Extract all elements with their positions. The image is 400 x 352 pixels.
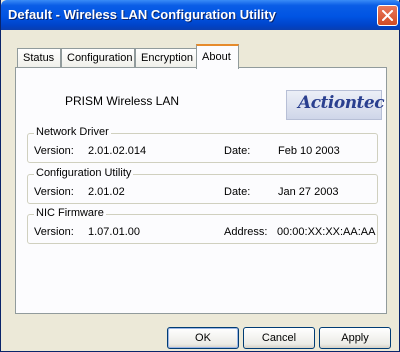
configuration-utility-date-value: Jan 27 2003 [278,186,339,198]
network-driver-version-value: 2.01.02.014 [88,145,147,157]
configuration-utility-version-label: Version: [34,186,74,198]
network-driver-version-label: Version: [34,145,74,157]
configuration-utility-date-label: Date: [224,186,251,198]
apply-button[interactable]: Apply [319,327,391,349]
window-title: Default - Wireless LAN Configuration Uti… [8,7,276,22]
ok-button[interactable]: OK [167,327,239,349]
nic-firmware-address-value: 00:00:XX:XX:AA:AA [277,226,376,238]
tab-status[interactable]: Status [17,48,61,67]
cancel-button[interactable]: Cancel [243,327,315,349]
actiontec-logo: Actiontec [286,90,385,120]
nic-firmware-group: NIC Firmware Version: 1.07.01.00 Address… [27,207,378,244]
nic-firmware-legend: NIC Firmware [34,207,106,219]
title-bar[interactable]: Default - Wireless LAN Configuration Uti… [1,0,400,30]
configuration-utility-legend: Configuration Utility [34,167,134,179]
tab-configuration[interactable]: Configuration [61,48,135,67]
configuration-utility-version-value: 2.01.02 [88,186,125,198]
network-driver-date-label: Date: [224,145,251,157]
about-panel: PRISM Wireless LAN Actiontec Network Dri… [15,67,387,314]
product-name: PRISM Wireless LAN [65,94,180,108]
tab-encryption[interactable]: Encryption [135,48,197,67]
nic-firmware-address-label: Address: [224,226,268,238]
logo-text: Actiontec [298,93,385,113]
tab-about[interactable]: About [196,44,239,69]
network-driver-group: Network Driver Version: 2.01.02.014 Date… [27,126,378,163]
nic-firmware-version-label: Version: [34,226,74,238]
network-driver-date-value: Feb 10 2003 [278,145,340,157]
close-button[interactable] [377,5,398,26]
close-icon [382,10,393,21]
configuration-utility-group: Configuration Utility Version: 2.01.02 D… [27,167,378,204]
dialog-window: Default - Wireless LAN Configuration Uti… [0,0,400,352]
nic-firmware-version-value: 1.07.01.00 [88,226,140,238]
network-driver-legend: Network Driver [34,126,111,138]
